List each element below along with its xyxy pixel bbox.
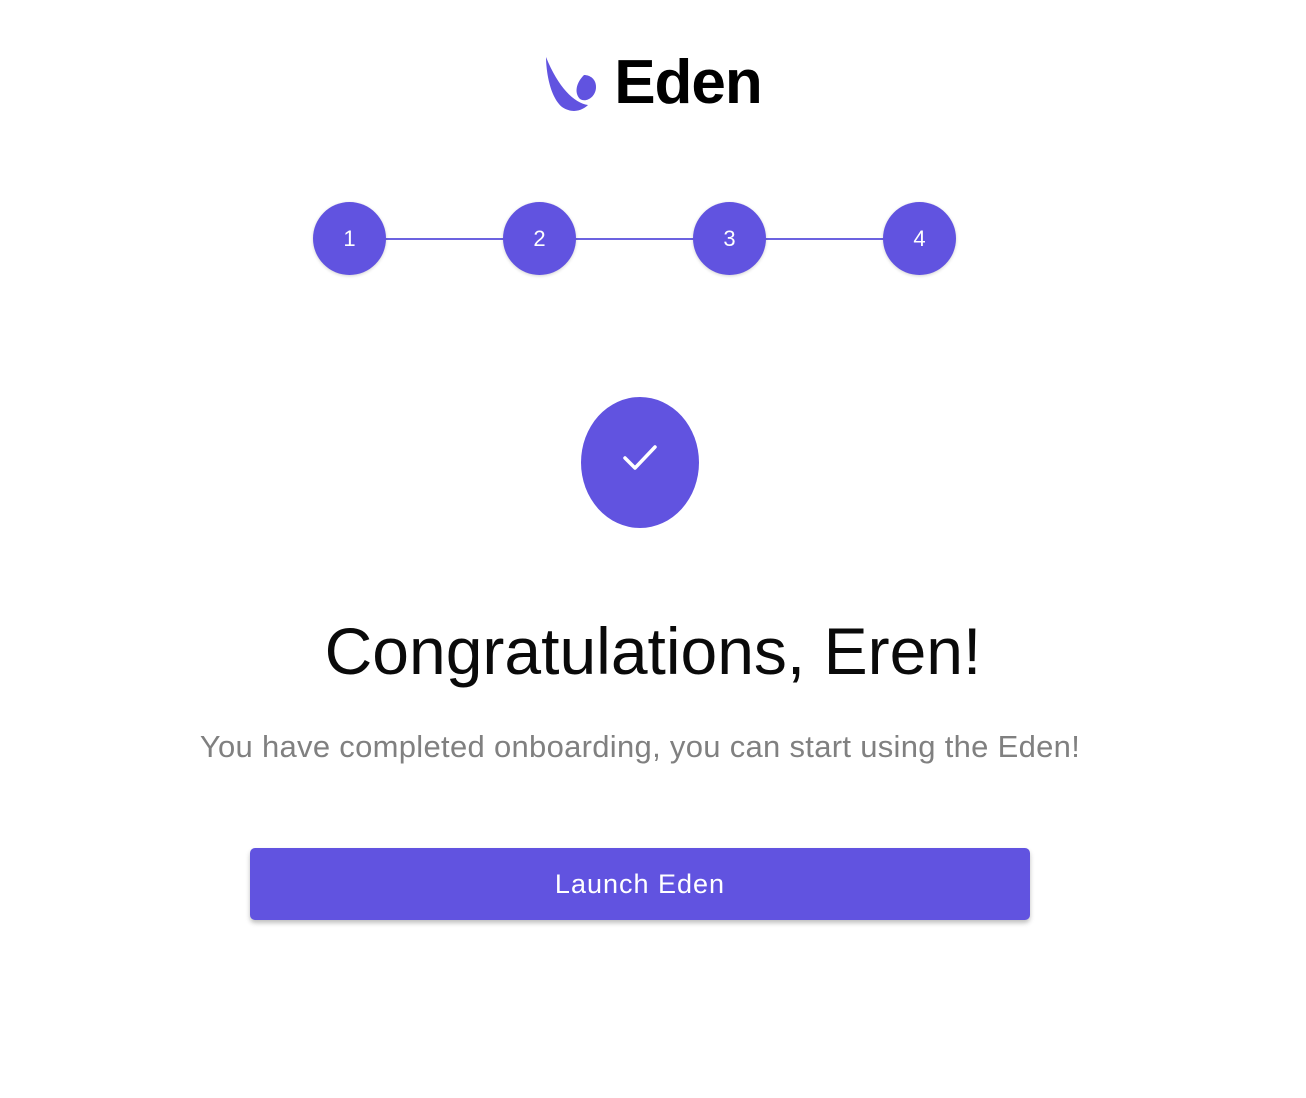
page-subtitle: You have completed onboarding, you can s… <box>199 729 1081 764</box>
onboarding-complete-page: Eden 1 2 3 4 Congratulations, Eren! You … <box>0 0 1306 1098</box>
stepper-connector <box>350 238 919 240</box>
step-2[interactable]: 2 <box>503 202 576 275</box>
page-title: Congratulations, Eren! <box>324 614 982 688</box>
success-badge <box>581 397 699 528</box>
step-4[interactable]: 4 <box>883 202 956 275</box>
leaf-drop-icon <box>546 57 597 111</box>
step-1[interactable]: 1 <box>313 202 386 275</box>
brand-logo: Eden <box>0 52 1306 114</box>
brand-name: Eden <box>614 48 763 117</box>
step-3[interactable]: 3 <box>693 202 766 275</box>
check-icon <box>623 444 657 470</box>
onboarding-stepper: 1 2 3 4 <box>313 202 956 276</box>
launch-eden-button[interactable]: Launch Eden <box>250 848 1030 920</box>
